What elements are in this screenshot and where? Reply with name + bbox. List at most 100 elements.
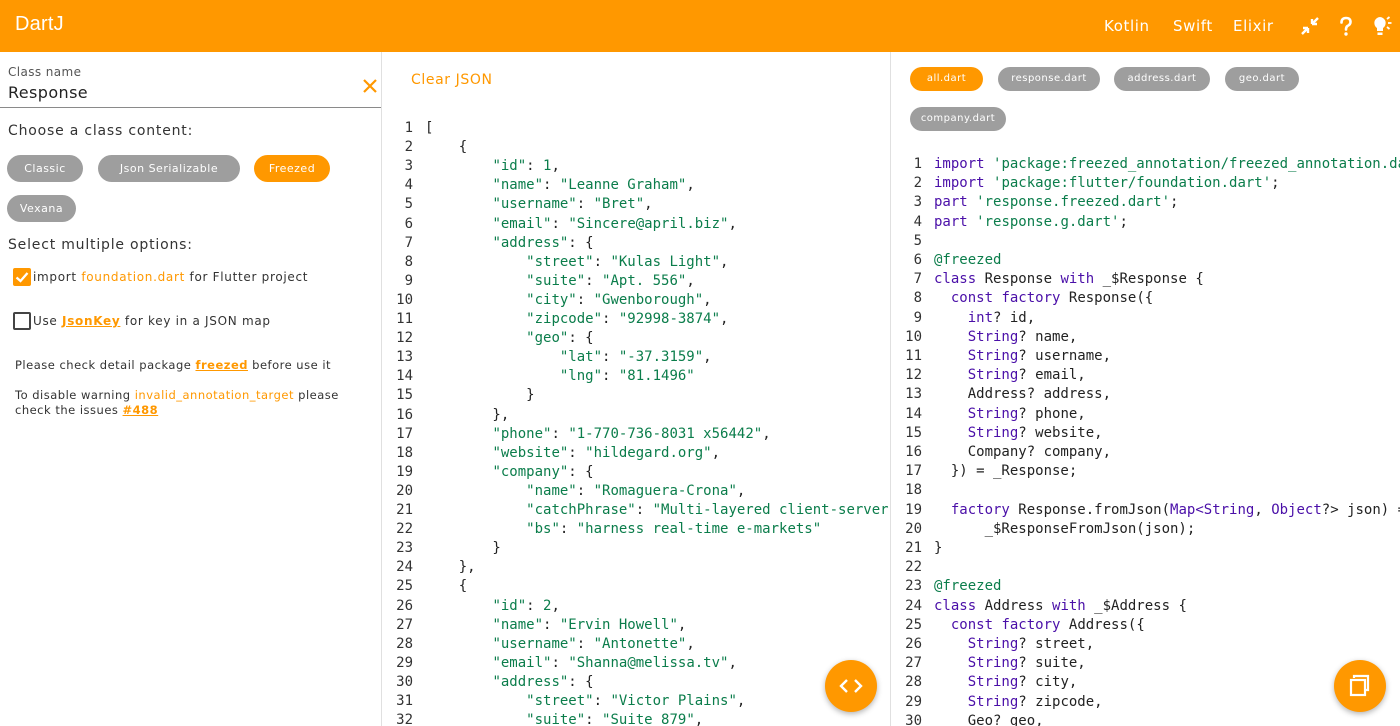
line-number: 9: [404, 272, 413, 289]
code-line-text: String? name,: [967, 328, 1078, 345]
jsonkey-checkbox[interactable]: [13, 312, 31, 330]
chip-classic[interactable]: Classic: [7, 155, 83, 182]
line-number: 5: [913, 232, 922, 249]
format-json-button[interactable]: [825, 660, 877, 712]
lightbulb-icon[interactable]: [1370, 14, 1394, 38]
foundation-option-label: import foundation.dart for Flutter proje…: [33, 270, 309, 284]
input-underline: [0, 107, 381, 108]
line-number: 4: [913, 213, 922, 230]
clear-json-button[interactable]: Clear JSON: [411, 72, 493, 88]
code-line-text: String? suite,: [967, 655, 1086, 672]
clear-class-name-icon[interactable]: [360, 76, 380, 96]
code-line-text: String? website,: [967, 424, 1103, 441]
line-number: 8: [404, 253, 413, 270]
line-number: 18: [396, 444, 413, 461]
issue-488-link[interactable]: #488: [123, 403, 159, 417]
json-line-text: [: [425, 120, 434, 136]
line-number: 29: [905, 693, 922, 710]
code-line-text: Geo? geo,: [934, 712, 1044, 726]
options-panel: Class name Choose a class content: Class…: [0, 52, 382, 726]
code-line-text: String? email,: [967, 367, 1086, 384]
line-number: 7: [404, 234, 413, 251]
line-number: 20: [396, 482, 413, 499]
dart-code-view: 1 import 'package:freezed_annotation/free…: [891, 155, 1400, 726]
json-line-text: "username": "Bret",: [492, 196, 653, 213]
line-number: 32: [396, 712, 413, 726]
tab-address-dart[interactable]: address.dart: [1114, 67, 1210, 91]
json-line-text: "email": "Shanna@melissa.tv",: [492, 654, 737, 671]
json-line-text: "company": {: [492, 463, 594, 480]
tab-all-dart[interactable]: all.dart: [910, 67, 983, 91]
json-line-text: "name": "Ervin Howell",: [492, 616, 687, 633]
line-number: 16: [905, 444, 922, 460]
line-number: 26: [905, 636, 922, 652]
line-number: 10: [396, 291, 413, 308]
json-line-text: "lng": "81.1496": [559, 368, 695, 385]
json-line-text: "catchPhrase": "Multi-layered client-ser…: [526, 502, 889, 518]
line-number: 19: [396, 463, 413, 480]
nav-link-kotlin[interactable]: Kotlin: [1104, 17, 1150, 35]
line-number: 28: [396, 635, 413, 652]
dart-output-panel: all.dart response.dart address.dart geo.…: [891, 52, 1400, 726]
freezed-link[interactable]: freezed: [195, 358, 248, 372]
code-icon: [839, 679, 863, 693]
nav-link-swift[interactable]: Swift: [1173, 17, 1213, 35]
code-line-text: import 'package:flutter/foundation.dart'…: [934, 175, 1280, 192]
line-number: 10: [905, 328, 922, 345]
chip-freezed[interactable]: Freezed: [254, 155, 330, 182]
line-number: 14: [905, 405, 922, 422]
json-line-text: "suite": "Apt. 556",: [526, 272, 695, 289]
line-number: 21: [396, 502, 413, 518]
chip-json-serializable[interactable]: Json Serializable: [98, 155, 240, 182]
json-editor[interactable]: 1 [2 {3 "id": 1, 4 "name": "Leanne Graham"…: [382, 119, 890, 726]
line-number: 28: [905, 674, 922, 691]
json-line-text: "name": "Leanne Graham",: [492, 177, 695, 194]
code-line-text: class Response with _$Response {: [934, 271, 1204, 288]
foundation-checkbox[interactable]: [13, 268, 31, 286]
copy-code-button[interactable]: [1334, 660, 1386, 712]
line-number: 21: [905, 540, 922, 556]
json-line-text: }: [425, 540, 501, 557]
json-line-text: "name": "Romaguera-Crona",: [526, 482, 746, 499]
line-number: 1: [404, 120, 413, 136]
line-number: 20: [905, 520, 922, 537]
line-number: 25: [905, 616, 922, 633]
check-icon: [15, 272, 29, 283]
code-line-text: String? phone,: [967, 405, 1086, 422]
class-name-input[interactable]: [8, 80, 348, 104]
line-number: 6: [913, 252, 922, 268]
line-number: 15: [396, 387, 413, 404]
collapse-icon[interactable]: [1298, 14, 1322, 38]
code-line-text: _$ResponseFromJson(json);: [934, 520, 1196, 537]
json-line-text: "city": "Gwenborough",: [526, 291, 712, 308]
tab-response-dart[interactable]: response.dart: [998, 67, 1100, 91]
line-number: 3: [404, 158, 413, 175]
line-number: 24: [396, 559, 413, 576]
json-line-text: "address": {: [492, 234, 594, 251]
json-line-text: "id": 1,: [492, 158, 560, 175]
tab-company-dart[interactable]: company.dart: [910, 107, 1006, 131]
tab-geo-dart[interactable]: geo.dart: [1225, 67, 1299, 91]
code-line-text: part 'response.g.dart';: [934, 213, 1128, 230]
app-title[interactable]: DartJ: [15, 13, 64, 36]
warning-note-line2: check the issues #488: [15, 403, 159, 417]
code-line-text: const factory Response({: [950, 290, 1154, 307]
help-icon[interactable]: [1334, 14, 1358, 38]
json-line-text: "zipcode": "92998-3874",: [526, 311, 729, 327]
nav-link-elixir[interactable]: Elixir: [1233, 17, 1274, 35]
line-number: 7: [913, 271, 922, 288]
line-number: 22: [905, 559, 922, 576]
chip-vexana[interactable]: Vexana: [7, 195, 76, 222]
line-number: 15: [905, 424, 922, 441]
line-number: 13: [396, 349, 413, 366]
json-line-text: }: [425, 387, 535, 404]
json-line-text: "bs": "harness real-time e-markets": [526, 521, 822, 538]
line-number: 12: [905, 367, 922, 384]
jsonkey-link[interactable]: JsonKey: [62, 314, 120, 328]
code-line-text: @freezed: [934, 252, 1002, 268]
code-line-text: }: [934, 540, 943, 556]
line-number: 31: [396, 693, 413, 709]
line-number: 27: [396, 616, 413, 633]
line-number: 16: [396, 406, 413, 423]
freezed-note: Please check detail package freezed befo…: [15, 358, 332, 372]
